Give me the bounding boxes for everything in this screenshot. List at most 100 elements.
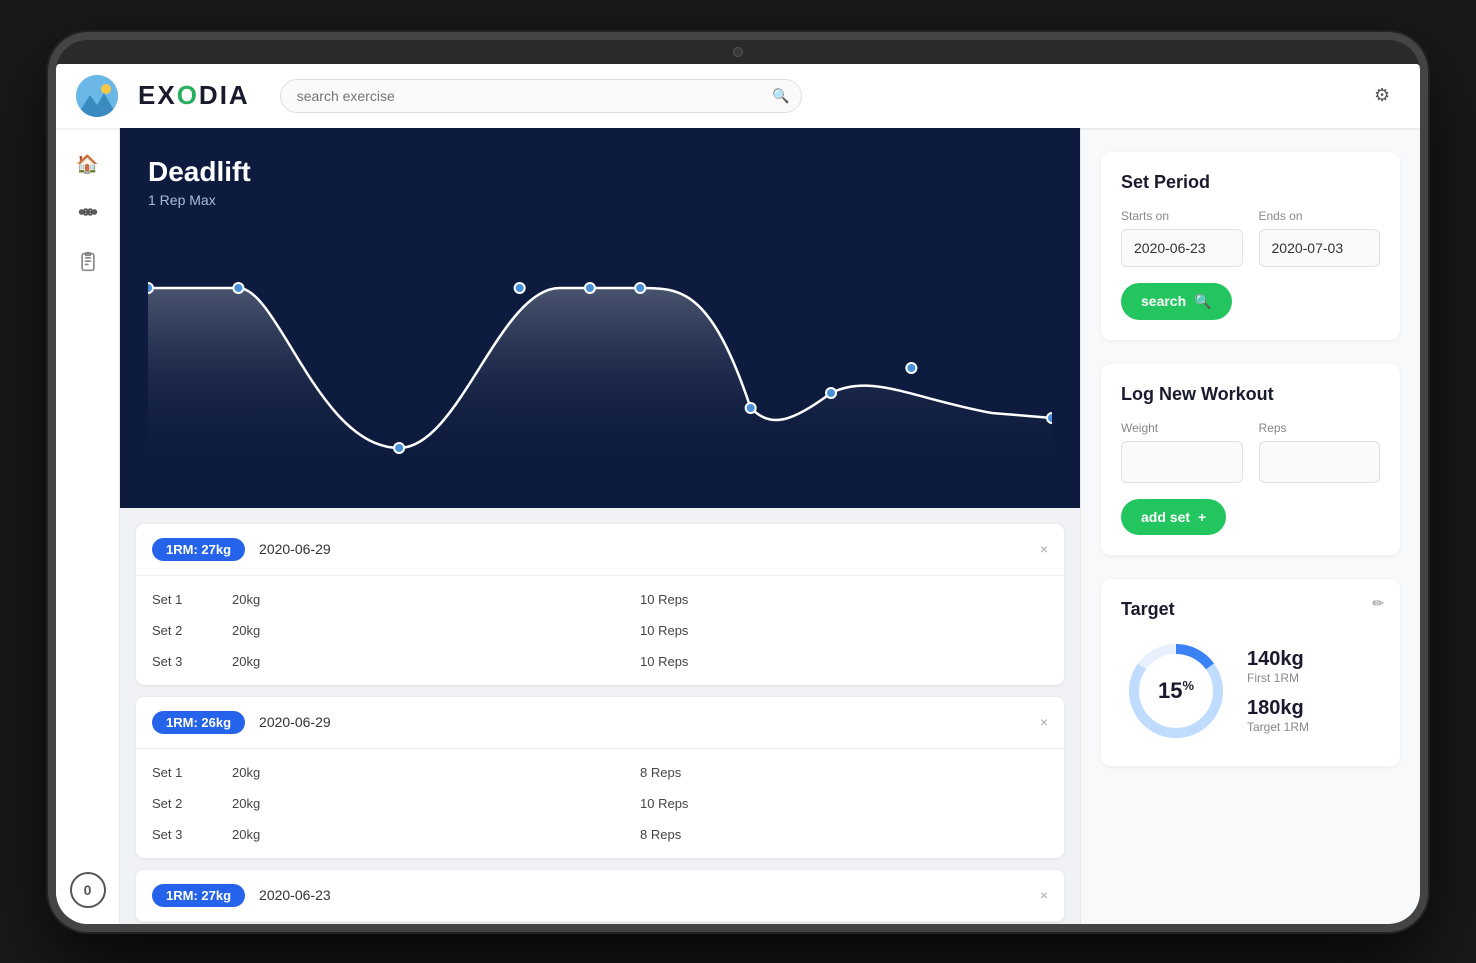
search-icon: 🔍: [772, 87, 789, 104]
close-workout-0[interactable]: ×: [1040, 541, 1048, 557]
workout-date-2: 2020-06-23: [259, 887, 331, 903]
workout-card-0: 1RM: 27kg 2020-06-29 × Set 1 20kg 10 Rep…: [136, 524, 1064, 685]
device-top: [56, 40, 1420, 64]
set-row: Set 2 20kg 10 Reps: [136, 788, 1064, 819]
target-1rm-label: Target 1RM: [1247, 720, 1380, 734]
set-row: Set 1 20kg 8 Reps: [136, 757, 1064, 788]
set-row: Set 1 20kg 10 Reps: [136, 584, 1064, 615]
set-label: Set 1: [152, 765, 232, 780]
workout-sets-0: Set 1 20kg 10 Reps Set 2 20kg 10 Reps: [136, 576, 1064, 685]
gear-icon: ⚙: [1374, 85, 1390, 106]
workout-date-1: 2020-06-29: [259, 714, 331, 730]
search-button-label: search: [1141, 293, 1186, 309]
logo: EXODIA: [138, 80, 250, 111]
target-1rm-value: 180kg: [1247, 697, 1380, 720]
set-reps: 8 Reps: [640, 827, 1048, 842]
chart-title: Deadlift: [148, 156, 1052, 188]
search-button[interactable]: search 🔍: [1121, 283, 1232, 320]
starts-on-field: Starts on: [1121, 209, 1243, 267]
set-reps: 10 Reps: [640, 623, 1048, 638]
set-weight: 20kg: [232, 654, 640, 669]
set-row: Set 3 20kg 10 Reps: [136, 646, 1064, 677]
rm-badge-1: 1RM: 26kg: [152, 711, 245, 734]
settings-button[interactable]: ⚙: [1364, 78, 1400, 114]
set-reps: 10 Reps: [640, 796, 1048, 811]
chart-area: Deadlift 1 Rep Max: [120, 128, 1080, 924]
weight-label: Weight: [1121, 421, 1243, 435]
add-set-icon: +: [1198, 509, 1206, 525]
set-reps: 8 Reps: [640, 765, 1048, 780]
ends-on-input[interactable]: [1259, 229, 1381, 267]
workout-card-1: 1RM: 26kg 2020-06-29 × Set 1 20kg 8 Reps: [136, 697, 1064, 858]
set-label: Set 1: [152, 592, 232, 607]
weight-input[interactable]: [1121, 441, 1243, 483]
add-set-button[interactable]: add set +: [1121, 499, 1226, 535]
workout-header-0: 1RM: 27kg 2020-06-29 ×: [136, 524, 1064, 576]
ends-on-label: Ends on: [1259, 209, 1381, 223]
target-section: Target: [1101, 579, 1400, 766]
weight-reps-row: Weight Reps: [1121, 421, 1380, 483]
chart-svg-container: [148, 228, 1052, 468]
workout-sets-1: Set 1 20kg 8 Reps Set 2 20kg 10 Reps: [136, 749, 1064, 858]
avatar: [76, 75, 118, 117]
first-1rm-value: 140kg: [1247, 648, 1380, 671]
search-input[interactable]: [280, 79, 802, 113]
starts-on-label: Starts on: [1121, 209, 1243, 223]
dumbbell-icon: [77, 201, 99, 228]
logs-container: 1RM: 27kg 2020-06-29 × Set 1 20kg 10 Rep…: [120, 508, 1080, 924]
sidebar-item-workouts[interactable]: [67, 194, 109, 236]
target-content: 15% 140kg First 1RM 180kg Target 1RM ✏: [1121, 636, 1380, 746]
camera: [733, 47, 743, 57]
target-title: Target: [1121, 599, 1380, 620]
workout-header-1: 1RM: 26kg 2020-06-29 ×: [136, 697, 1064, 749]
set-period-section: Set Period Starts on Ends on: [1101, 152, 1400, 340]
target-info: 140kg First 1RM 180kg Target 1RM: [1247, 648, 1380, 734]
close-workout-2[interactable]: ×: [1040, 887, 1048, 903]
main: 🏠: [56, 128, 1420, 924]
home-icon: 🏠: [76, 154, 98, 175]
set-row: Set 2 20kg 10 Reps: [136, 615, 1064, 646]
device: EXODIA 🔍 ⚙ 🏠: [48, 32, 1428, 932]
chart-subtitle: 1 Rep Max: [148, 192, 1052, 208]
search-bar-container: 🔍: [280, 79, 802, 113]
right-panel: Set Period Starts on Ends on: [1080, 128, 1420, 924]
close-workout-1[interactable]: ×: [1040, 714, 1048, 730]
log-workout-title: Log New Workout: [1121, 384, 1380, 405]
set-row: Set 3 20kg 8 Reps: [136, 819, 1064, 850]
workout-header-2: 1RM: 27kg 2020-06-23 ×: [136, 870, 1064, 922]
chart-card: Deadlift 1 Rep Max: [120, 128, 1080, 508]
sidebar: 🏠: [56, 128, 120, 924]
set-weight: 20kg: [232, 765, 640, 780]
ends-on-field: Ends on: [1259, 209, 1381, 267]
donut-percentage: 15%: [1158, 677, 1194, 703]
set-weight: 20kg: [232, 796, 640, 811]
set-period-title: Set Period: [1121, 172, 1380, 193]
rm-badge-2: 1RM: 27kg: [152, 884, 245, 907]
workout-card-2: 1RM: 27kg 2020-06-23 ×: [136, 870, 1064, 922]
starts-on-input[interactable]: [1121, 229, 1243, 267]
workout-date-0: 2020-06-29: [259, 541, 331, 557]
sidebar-item-log[interactable]: [67, 244, 109, 286]
set-reps: 10 Reps: [640, 654, 1048, 669]
set-weight: 20kg: [232, 592, 640, 607]
reps-label: Reps: [1259, 421, 1381, 435]
set-weight: 20kg: [232, 623, 640, 638]
edit-icon[interactable]: ✏: [1372, 595, 1384, 612]
header: EXODIA 🔍 ⚙: [56, 64, 1420, 128]
set-label: Set 3: [152, 827, 232, 842]
sidebar-badge[interactable]: 0: [70, 872, 106, 908]
search-button-icon: 🔍: [1194, 293, 1211, 310]
log-workout-section: Log New Workout Weight Reps: [1101, 364, 1400, 555]
first-1rm-label: First 1RM: [1247, 671, 1380, 685]
weight-field: Weight: [1121, 421, 1243, 483]
sidebar-item-home[interactable]: 🏠: [67, 144, 109, 186]
donut-chart: 15%: [1121, 636, 1231, 746]
add-set-label: add set: [1141, 509, 1190, 525]
set-reps: 10 Reps: [640, 592, 1048, 607]
rm-badge-0: 1RM: 27kg: [152, 538, 245, 561]
screen: EXODIA 🔍 ⚙ 🏠: [56, 64, 1420, 924]
clipboard-icon: [78, 252, 98, 277]
set-weight: 20kg: [232, 827, 640, 842]
content: Deadlift 1 Rep Max: [120, 128, 1420, 924]
reps-input[interactable]: [1259, 441, 1381, 483]
